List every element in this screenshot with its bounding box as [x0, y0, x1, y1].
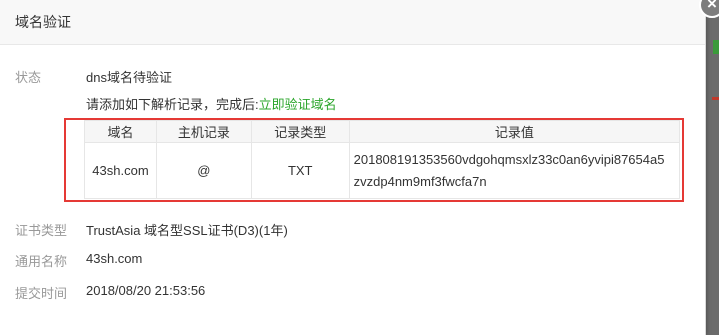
status-value: dns域名待验证: [86, 70, 172, 85]
cert-type-value: TrustAsia 域名型SSL证书(D3)(1年): [86, 223, 288, 238]
common-name-label: 通用名称: [15, 254, 68, 269]
record-highlight-box: [64, 118, 684, 202]
dialog-title: 域名验证: [15, 14, 71, 30]
cert-type-label: 证书类型: [15, 223, 68, 238]
common-name-value: 43sh.com: [86, 251, 143, 266]
verify-hint: 请添加如下解析记录，完成后:立即验证域名: [86, 94, 337, 113]
backdrop-fragment-green: [713, 40, 719, 54]
submit-time-label: 提交时间: [15, 286, 68, 301]
submit-time-value: 2018/08/20 21:53:56: [86, 283, 206, 298]
verify-hint-text: 请添加如下解析记录，完成后:: [86, 97, 259, 112]
status-label: 状态: [15, 70, 42, 85]
domain-verify-dialog: 域名验证 状态 dns域名待验证 请添加如下解析记录，完成后:立即验证域名 域名…: [0, 0, 706, 335]
backdrop-fragment: [712, 97, 719, 100]
dialog-header: 域名验证: [0, 0, 705, 45]
verify-domain-link[interactable]: 立即验证域名: [259, 97, 337, 112]
